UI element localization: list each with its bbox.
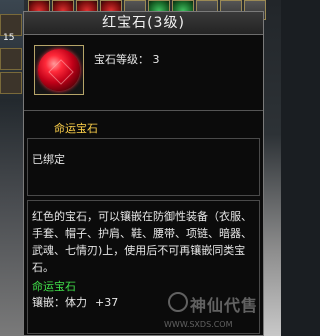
fate-label: 命运宝石 [32, 280, 76, 293]
inlay-label: 镶嵌：体力 [32, 296, 87, 309]
item-tooltip: 红宝石(3级) 宝石等级： 3 命运宝石 已绑定 红色的宝石，可以镶嵌在防御性装… [23, 11, 264, 336]
watermark-logo-icon [168, 292, 188, 312]
bind-section [27, 138, 260, 196]
inlay-stat: 镶嵌：体力 +37 [32, 294, 118, 310]
red-gem-icon [38, 49, 80, 91]
gem-level-value: 3 [152, 53, 160, 66]
item-description: 红色的宝石，可以镶嵌在防御性装备（衣服、手套、帽子、护肩、鞋、腰带、项链、暗器、… [32, 210, 252, 274]
right-scene-strip [264, 0, 281, 336]
inlay-value: +37 [95, 296, 119, 309]
divider [24, 110, 263, 111]
item-icon-frame [34, 45, 84, 95]
watermark-url: WWW.SXDS.COM [164, 320, 233, 329]
side-slot[interactable] [0, 48, 22, 70]
gem-level-label: 宝石等级： [94, 53, 149, 66]
side-slot[interactable] [0, 72, 22, 94]
watermark-brand: 神仙代售 [190, 296, 259, 315]
bind-status: 已绑定 [32, 153, 65, 166]
gem-facet [48, 59, 74, 85]
site-watermark: 神仙代售 WWW.SXDS.COM [164, 292, 264, 332]
attribute-section-title: 命运宝石 [54, 122, 98, 135]
gem-level: 宝石等级： 3 [94, 51, 160, 67]
stack-count: 15 [3, 33, 15, 43]
item-title: 红宝石(3级) [24, 12, 263, 35]
